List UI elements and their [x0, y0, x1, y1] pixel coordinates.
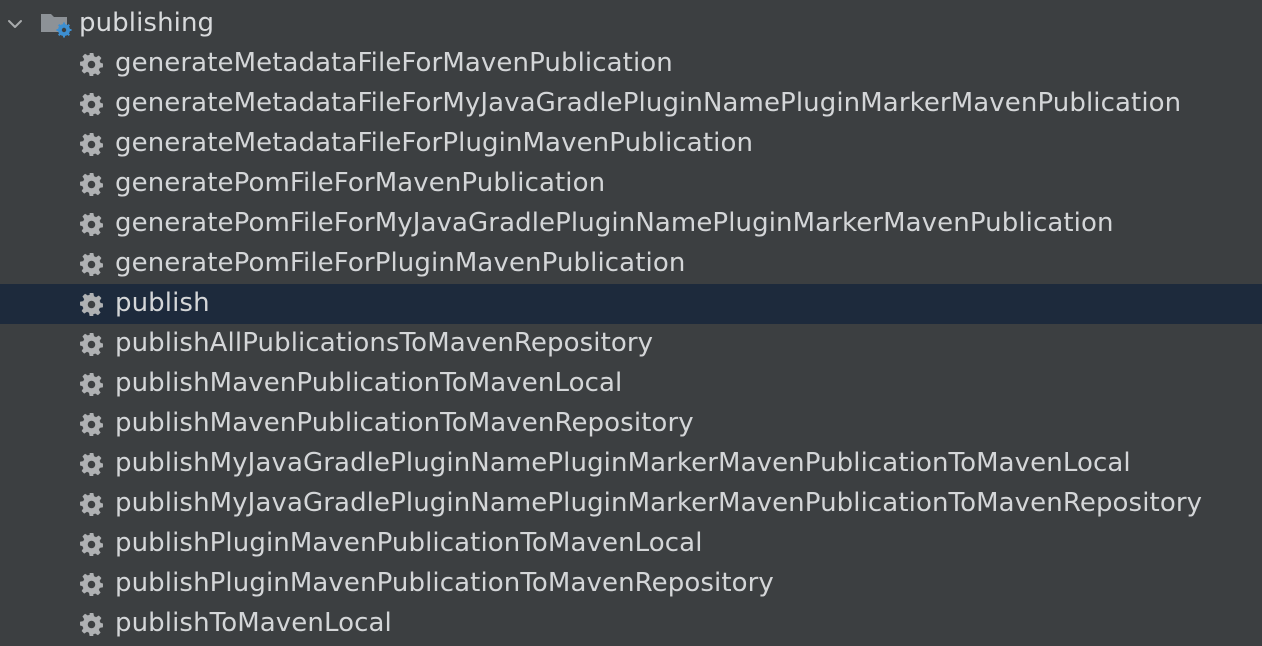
gear-icon [79, 292, 104, 317]
task-label: publishPluginMavenPublicationToMavenRepo… [115, 568, 774, 598]
task-label: publishPluginMavenPublicationToMavenLoca… [115, 528, 703, 558]
task-item[interactable]: publishPluginMavenPublicationToMavenLoca… [0, 524, 1262, 564]
task-label: publishAllPublicationsToMavenRepository [115, 328, 654, 358]
task-item[interactable]: generateMetadataFileForMyJavaGradlePlugi… [0, 84, 1262, 124]
gear-icon [79, 252, 104, 277]
gear-icon [79, 532, 104, 557]
gradle-task-tree: publishing generateMetadataFileForMavenP… [0, 0, 1262, 646]
task-item[interactable]: generatePomFileForMyJavaGradlePluginName… [0, 204, 1262, 244]
folder-gear-icon [41, 14, 72, 38]
task-item[interactable]: generatePomFileForMavenPublication [0, 164, 1262, 204]
task-item[interactable]: publishMavenPublicationToMavenRepository [0, 404, 1262, 444]
gear-icon [79, 332, 104, 357]
task-item[interactable]: publishAllPublicationsToMavenRepository [0, 324, 1262, 364]
gear-icon [79, 452, 104, 477]
tree-group-label: publishing [79, 8, 215, 38]
gear-icon [79, 212, 104, 237]
task-label: generatePomFileForPluginMavenPublication [115, 248, 686, 278]
gear-icon [79, 612, 104, 637]
tree-group-publishing[interactable]: publishing [0, 4, 1262, 44]
gear-icon [79, 172, 104, 197]
gear-icon [79, 372, 104, 397]
task-label: generatePomFileForMavenPublication [115, 168, 606, 198]
task-label: generateMetadataFileForPluginMavenPublic… [115, 128, 754, 158]
task-item[interactable]: publishMavenPublicationToMavenLocal [0, 364, 1262, 404]
task-label: generateMetadataFileForMyJavaGradlePlugi… [115, 88, 1182, 118]
task-label: publishToMavenLocal [115, 608, 392, 638]
gear-icon [79, 412, 104, 437]
task-label: publishMyJavaGradlePluginNamePluginMarke… [115, 488, 1203, 518]
task-label: publishMyJavaGradlePluginNamePluginMarke… [115, 448, 1131, 478]
task-item[interactable]: generatePomFileForPluginMavenPublication [0, 244, 1262, 284]
task-label: publishMavenPublicationToMavenLocal [115, 368, 623, 398]
task-item[interactable]: publishToMavenLocal [0, 604, 1262, 644]
task-item[interactable]: publishMyJavaGradlePluginNamePluginMarke… [0, 484, 1262, 524]
task-item[interactable]: generateMetadataFileForPluginMavenPublic… [0, 124, 1262, 164]
task-item[interactable]: generateMetadataFileForMavenPublication [0, 44, 1262, 84]
gear-icon [79, 92, 104, 117]
task-label: publish [115, 288, 210, 318]
gear-icon [79, 492, 104, 517]
task-item[interactable]: publishMyJavaGradlePluginNamePluginMarke… [0, 444, 1262, 484]
task-item[interactable]: publish [0, 284, 1262, 324]
task-label: generatePomFileForMyJavaGradlePluginName… [115, 208, 1114, 238]
task-item[interactable]: publishPluginMavenPublicationToMavenRepo… [0, 564, 1262, 604]
gear-icon [79, 132, 104, 157]
task-label: generateMetadataFileForMavenPublication [115, 48, 673, 78]
gear-icon [79, 572, 104, 597]
task-label: publishMavenPublicationToMavenRepository [115, 408, 694, 438]
chevron-down-icon[interactable] [4, 13, 26, 35]
gear-icon [79, 52, 104, 77]
